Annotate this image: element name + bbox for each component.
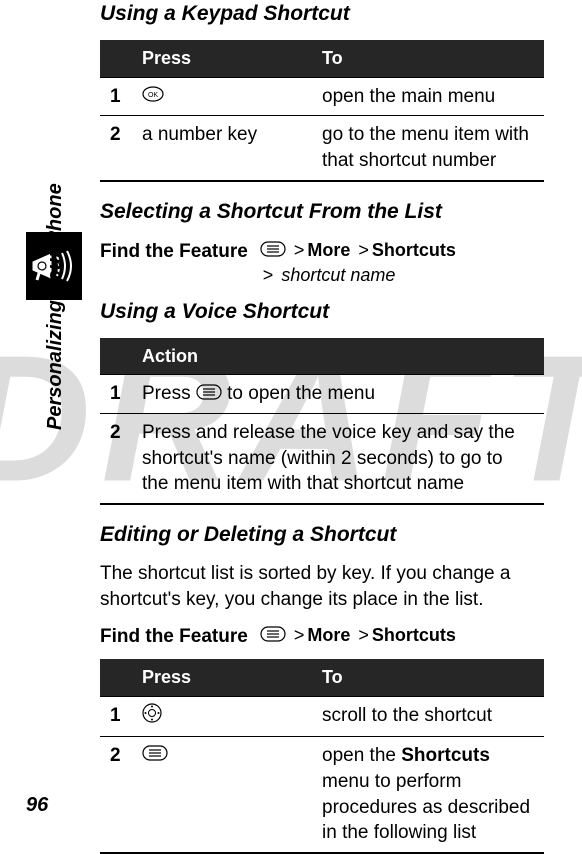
cell-press: a number key [132, 116, 312, 181]
row-number: 1 [100, 77, 132, 116]
table-keypad-shortcut: Press To 1 OK open the main menu 2 a num… [100, 40, 544, 181]
menu-key-icon [196, 382, 222, 408]
path-sep: > [355, 240, 372, 260]
menu-key-icon [260, 239, 286, 263]
cell-to: go to the menu item with that shortcut n… [312, 116, 544, 181]
table-row: 1 scroll to the shortcut [100, 696, 544, 737]
path-more: More [307, 240, 350, 260]
menu-key-icon [142, 743, 168, 769]
row-number: 2 [100, 737, 132, 853]
path-shortcuts: Shortcuts [372, 240, 456, 260]
table-edit-delete: Press To 1 scroll to the shortcut 2 [100, 659, 544, 854]
table-voice-shortcut: Action 1 Press to open the menu 2 Press … [100, 338, 544, 505]
feature-path: >More >Shortcuts [260, 623, 544, 648]
th-blank [100, 659, 132, 696]
path-more: More [307, 625, 350, 645]
cell-press [132, 696, 312, 737]
feature-path: >More >Shortcuts > shortcut name [260, 238, 544, 288]
cell-action: Press and release the voice key and say … [132, 414, 544, 504]
heading-keypad-shortcut: Using a Keypad Shortcut [100, 0, 544, 28]
table-row: 2 open the Shortcuts menu to perform pro… [100, 737, 544, 853]
to-post: menu to perform procedures as described … [322, 771, 530, 843]
path-sep: > [291, 625, 308, 645]
th-to: To [312, 40, 544, 77]
row-number: 2 [100, 414, 132, 504]
cell-press [132, 737, 312, 853]
heading-voice-shortcut: Using a Voice Shortcut [100, 298, 544, 326]
row-number: 1 [100, 375, 132, 414]
table-row: 2 Press and release the voice key and sa… [100, 414, 544, 504]
to-pre: open the [322, 745, 401, 766]
path-sep: > [355, 625, 372, 645]
cell-press: OK [132, 77, 312, 116]
table-row: 2 a number key go to the menu item with … [100, 116, 544, 181]
cell-action: Press to open the menu [132, 375, 544, 414]
to-bold: Shortcuts [401, 745, 490, 766]
find-the-feature-row: Find the Feature >More >Shortcuts > shor… [100, 238, 544, 288]
heading-edit-delete: Editing or Deleting a Shortcut [100, 521, 544, 549]
menu-key-icon [260, 624, 286, 648]
th-press: Press [132, 40, 312, 77]
action-text-post: to open the menu [222, 383, 375, 404]
row-number: 2 [100, 116, 132, 181]
action-text-pre: Press [142, 383, 196, 404]
cell-to: open the main menu [312, 77, 544, 116]
nav-key-icon [142, 703, 162, 731]
heading-select-from-list: Selecting a Shortcut From the List [100, 198, 544, 226]
th-to: To [312, 659, 544, 696]
path-shortcut-name: shortcut name [281, 265, 395, 285]
row-number: 1 [100, 696, 132, 737]
path-shortcuts: Shortcuts [372, 625, 456, 645]
th-press: Press [132, 659, 312, 696]
th-action: Action [132, 338, 544, 375]
find-the-feature-label: Find the Feature [100, 238, 248, 265]
table-row: 1 Press to open the menu [100, 375, 544, 414]
edit-delete-body: The shortcut list is sorted by key. If y… [100, 561, 544, 612]
th-blank [100, 40, 132, 77]
cell-to: open the Shortcuts menu to perform proce… [312, 737, 544, 853]
ok-key-icon: OK [142, 84, 164, 110]
cell-to: scroll to the shortcut [312, 696, 544, 737]
th-blank [100, 338, 132, 375]
path-sep: > [291, 240, 308, 260]
path-sep: > [260, 265, 277, 285]
table-row: 1 OK open the main menu [100, 77, 544, 116]
find-the-feature-row: Find the Feature >More >Shortcuts [100, 623, 544, 650]
find-the-feature-label: Find the Feature [100, 623, 248, 650]
svg-text:OK: OK [148, 92, 158, 99]
